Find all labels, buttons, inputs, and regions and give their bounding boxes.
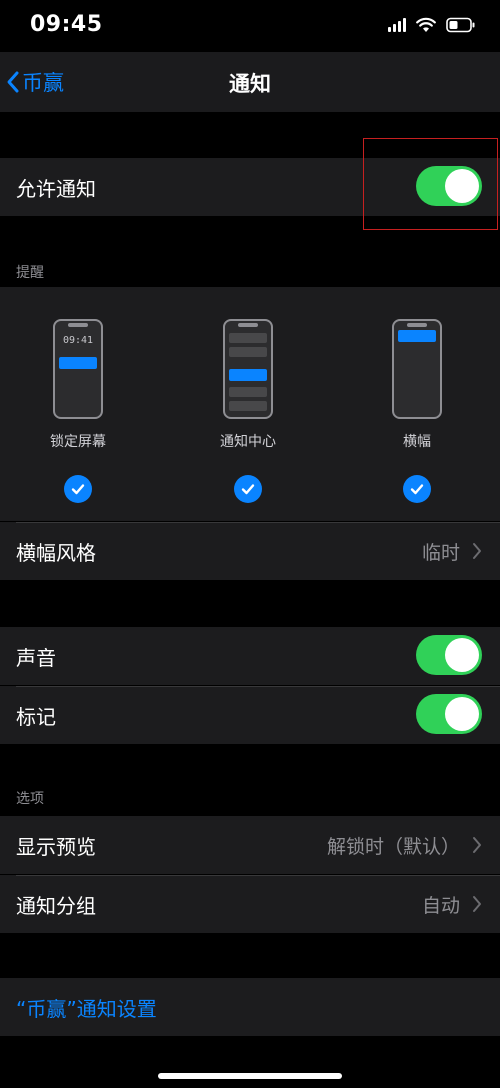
phone-notch [407, 323, 427, 327]
sounds-toggle[interactable] [416, 635, 482, 675]
show-previews-label: 显示预览 [16, 835, 96, 859]
banner-style-value: 临时 [421, 542, 460, 564]
badges-row: 标记 [0, 686, 500, 744]
options-section-header: 选项 [16, 791, 44, 807]
phone-notch [238, 323, 258, 327]
alerts-group: 09:41 锁定屏幕 通知中心 横幅 [0, 287, 500, 521]
alert-option-notification-center[interactable]: 通知中心 [188, 319, 308, 503]
status-bar: 09:45 [0, 0, 500, 52]
app-notification-settings-link[interactable]: “币赢”通知设置 [0, 978, 500, 1036]
toggle-knob [445, 638, 479, 672]
chevron-right-icon [473, 837, 481, 853]
banner-style-row[interactable]: 横幅风格 临时 [0, 522, 500, 580]
sounds-label: 声音 [16, 646, 56, 670]
notification-banner [398, 330, 436, 342]
notification-grouping-row[interactable]: 通知分组 自动 [0, 875, 500, 933]
checkmark-icon [403, 475, 431, 503]
alert-option-banners[interactable]: 横幅 [357, 319, 477, 503]
banners-preview [392, 319, 442, 419]
wifi-icon [416, 17, 436, 33]
list-row [229, 401, 267, 411]
alerts-section-header: 提醒 [16, 265, 44, 281]
badges-label: 标记 [16, 705, 56, 729]
sounds-row: 声音 [0, 627, 500, 685]
checkmark-icon [64, 475, 92, 503]
highlight-annotation [363, 138, 498, 230]
alert-option-label: 锁定屏幕 [50, 434, 106, 450]
navigation-bar: 币赢 通知 [0, 52, 500, 112]
checkmark-icon [234, 475, 262, 503]
page-title: 通知 [229, 72, 271, 96]
cellular-signal-icon [388, 18, 406, 32]
divider [16, 686, 500, 687]
badges-toggle[interactable] [416, 694, 482, 734]
alert-option-lock-screen[interactable]: 09:41 锁定屏幕 [18, 319, 138, 503]
alert-option-label: 通知中心 [220, 434, 276, 450]
status-time: 09:45 [30, 12, 103, 37]
toggle-knob [445, 697, 479, 731]
show-previews-value: 解锁时（默认） [326, 836, 460, 858]
lock-screen-preview: 09:41 [53, 319, 103, 419]
divider [16, 522, 500, 523]
chevron-right-icon [473, 896, 481, 912]
status-icons [388, 16, 476, 34]
battery-icon [446, 17, 476, 33]
banner-style-label: 横幅风格 [16, 541, 96, 565]
notification-grouping-label: 通知分组 [16, 894, 96, 918]
notification-center-preview [223, 319, 273, 419]
divider [16, 875, 500, 876]
chevron-right-icon [473, 543, 481, 559]
list-row [229, 347, 267, 357]
notification-banner [59, 357, 97, 369]
list-row [229, 333, 267, 343]
notification-grouping-value: 自动 [421, 895, 460, 917]
phone-notch [68, 323, 88, 327]
notification-settings-screen: 09:45 币赢 通知 允许通知 提醒 09:41 锁定屏幕 通知中心 横幅 横… [0, 0, 500, 1088]
show-previews-row[interactable]: 显示预览 解锁时（默认） [0, 816, 500, 874]
list-row [229, 387, 267, 397]
lock-screen-time: 09:41 [62, 335, 94, 346]
alert-option-label: 横幅 [403, 434, 431, 450]
notification-banner [229, 369, 267, 381]
app-notification-settings-label: “币赢”通知设置 [16, 997, 157, 1021]
allow-notifications-label: 允许通知 [16, 177, 96, 201]
home-indicator[interactable] [158, 1073, 342, 1079]
